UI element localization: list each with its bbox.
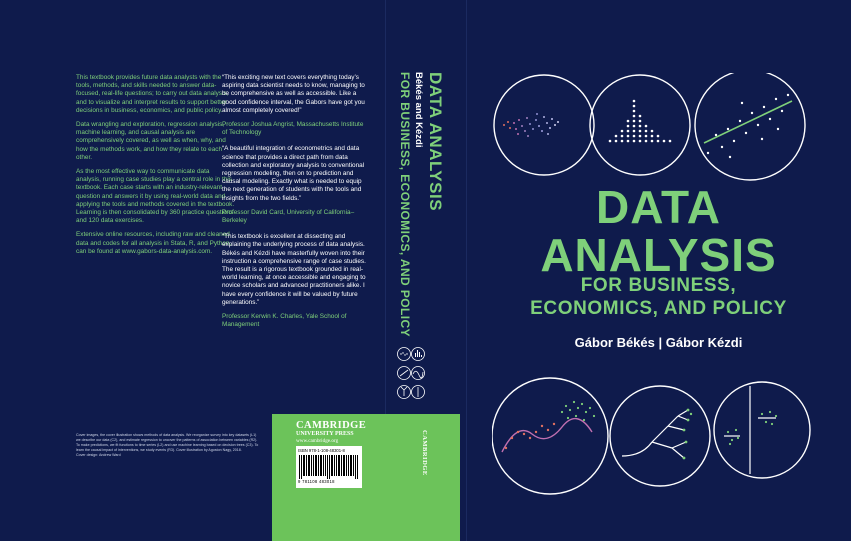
cover-image-credit: Cover images, the cover illustration sho… bbox=[76, 433, 259, 452]
front-illustrations-top bbox=[493, 73, 806, 181]
spine-publisher: CAMBRIDGE bbox=[421, 430, 428, 476]
blurb-paragraph: This textbook provides future data analy… bbox=[76, 74, 229, 114]
endorsement-quote: “This textbook is excellent at dissectin… bbox=[222, 233, 366, 306]
cover-title-line-1: DATA bbox=[596, 181, 721, 233]
time-series-curve-icon bbox=[492, 377, 609, 495]
cover-title-line-2: ANALYSIS bbox=[540, 229, 777, 281]
cover-subtitle-line-2: ECONOMICS, AND POLICY bbox=[530, 298, 787, 319]
decision-tree-icon bbox=[609, 385, 711, 487]
spine-title: DATA ANALYSIS bbox=[426, 72, 445, 212]
spine-subtitle: FOR BUSINESS, ECONOMICS, AND POLICY bbox=[398, 72, 412, 337]
regression-scatter-points bbox=[703, 93, 793, 159]
blurb-paragraph: Data wrangling and exploration, regressi… bbox=[76, 121, 226, 161]
barcode: ISBN 978-1-108-48301-8 9 781108 483018 bbox=[296, 446, 362, 488]
endorsement-quote: “This exciting new text covers everythin… bbox=[222, 74, 365, 114]
publisher-name: CAMBRIDGE bbox=[296, 420, 367, 431]
event-study-icon bbox=[713, 381, 811, 479]
endorsement-attribution: Professor David Card, University of Cali… bbox=[222, 208, 355, 225]
endorsement-quote: “A beautiful integration of econometrics… bbox=[222, 145, 365, 202]
publisher-logo: CAMBRIDGE UNIVERSITY PRESS www.cambridge… bbox=[296, 420, 367, 445]
spine-illustrations bbox=[397, 347, 425, 399]
spine-subtitle-line-2: ECONOMICS, AND POLICY bbox=[398, 174, 412, 337]
spine-subtitle-line-1: FOR BUSINESS, bbox=[398, 72, 412, 171]
publisher-subname: UNIVERSITY PRESS bbox=[296, 431, 354, 437]
isbn-text: ISBN 978-1-108-48301-8 bbox=[298, 448, 345, 453]
scatter-cloud-points bbox=[503, 113, 559, 137]
barcode-digits: 9 781108 483018 bbox=[298, 479, 335, 484]
barcode-bars bbox=[299, 455, 358, 479]
regression-scatter-icon bbox=[694, 73, 806, 181]
spine-authors: Békés and Kézdi bbox=[413, 72, 424, 148]
scatter-cloud-icon bbox=[493, 74, 595, 176]
cover-subtitle-line-1: FOR BUSINESS, bbox=[580, 275, 737, 296]
scatter-cloud-icon bbox=[397, 347, 411, 361]
cover-credits: Cover images, the cover illustration sho… bbox=[76, 433, 261, 458]
cover-authors: Gábor Békés | Gábor Kézdi bbox=[574, 335, 743, 350]
blurb-paragraph: As the most effective way to communicate… bbox=[76, 168, 235, 225]
endorsement-attribution: Professor Joshua Angrist, Massachusetts … bbox=[222, 121, 364, 137]
publisher-url: www.cambridge.org bbox=[296, 438, 339, 444]
endorsement-attribution: Professor Kerwin K. Charles, Yale School… bbox=[222, 313, 347, 329]
dot-histogram-points bbox=[608, 99, 672, 143]
front-illustrations-bottom bbox=[492, 377, 811, 495]
cover-design-credit: Cover design: Andrew Ward bbox=[76, 453, 121, 457]
endorsements: “This exciting new text covers everythin… bbox=[222, 74, 370, 337]
blurb-paragraph: Extensive online resources, including ra… bbox=[76, 231, 232, 255]
back-blurb: This textbook provides future data analy… bbox=[76, 74, 236, 262]
